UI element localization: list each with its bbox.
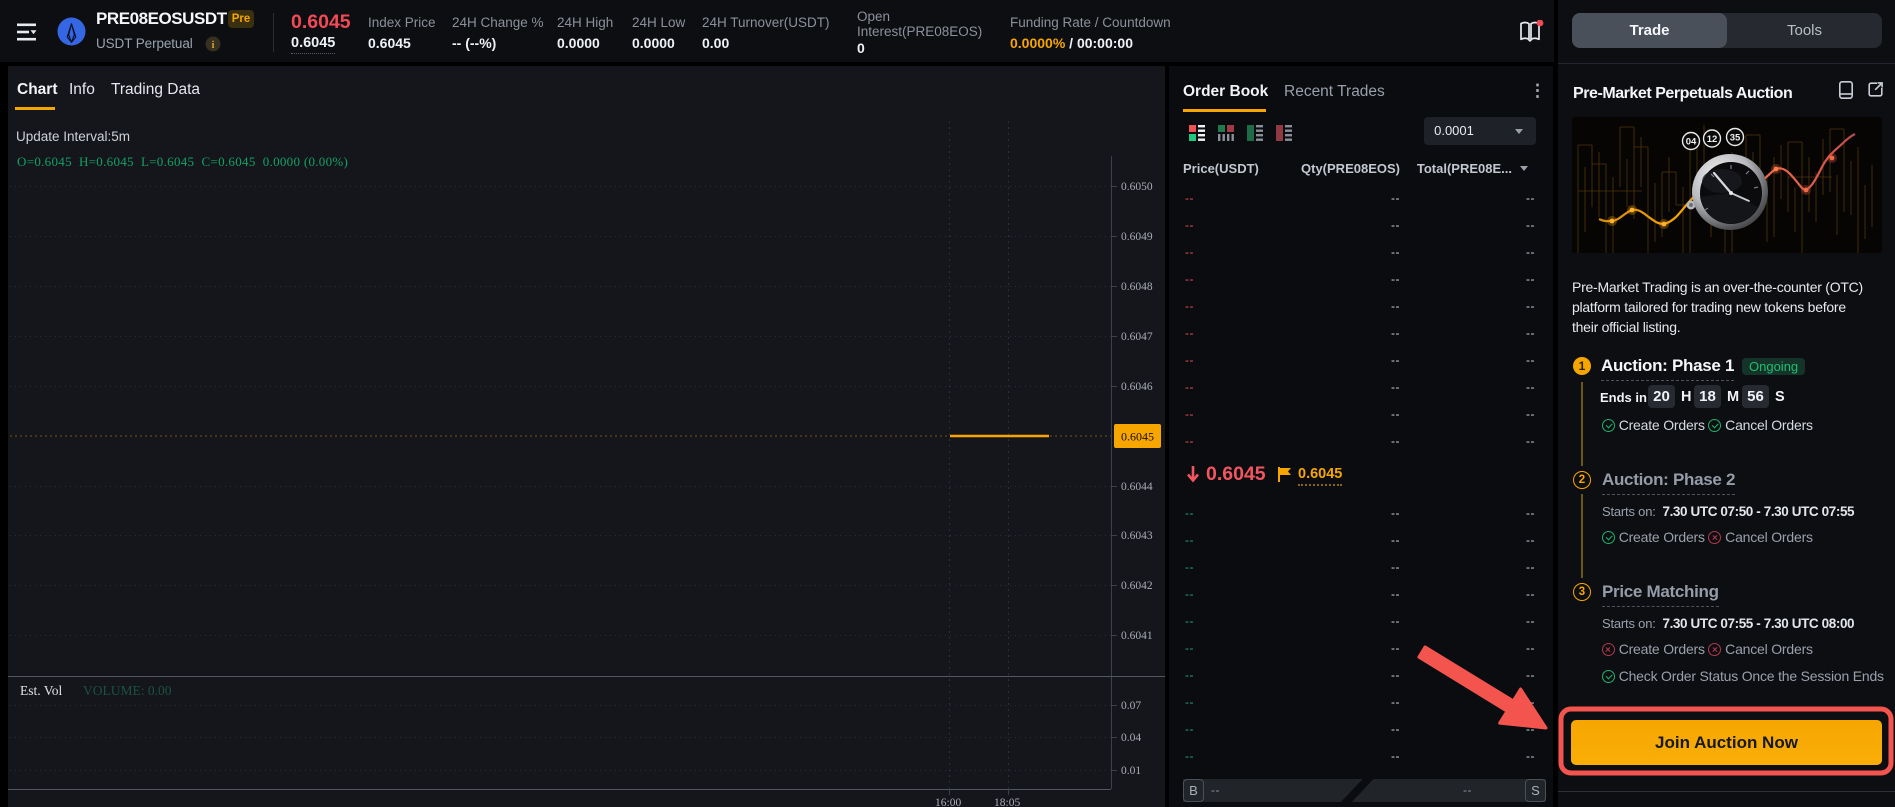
svg-text:0.01: 0.01	[1121, 765, 1141, 777]
svg-text:0.6042: 0.6042	[1121, 580, 1153, 592]
svg-text:0.6043: 0.6043	[1121, 530, 1153, 542]
svg-text:12: 12	[1707, 134, 1718, 145]
svg-text:VOLUME: 0.00: VOLUME: 0.00	[83, 683, 172, 698]
svg-text:O=0.6045 H=0.6045 L=0.6045: O=0.6045 H=0.6045 L=0.6045 C=0.6045 0.00…	[17, 154, 348, 169]
svg-text:0.6045: 0.6045	[1121, 430, 1154, 444]
svg-text:18:05: 18:05	[994, 797, 1020, 807]
svg-text:0.6050: 0.6050	[1121, 181, 1153, 193]
svg-text:Est. Vol: Est. Vol	[20, 683, 63, 698]
svg-text:0.6048: 0.6048	[1121, 281, 1153, 293]
svg-text:0.07: 0.07	[1121, 700, 1141, 712]
svg-text:35: 35	[1730, 133, 1741, 144]
svg-text:16:00: 16:00	[935, 797, 961, 807]
svg-text:0.6041: 0.6041	[1121, 630, 1153, 642]
svg-text:0.04: 0.04	[1121, 732, 1141, 744]
svg-text:0.6047: 0.6047	[1121, 331, 1153, 343]
svg-text:0.6049: 0.6049	[1121, 231, 1153, 243]
svg-text:i: i	[211, 39, 214, 51]
svg-text:04: 04	[1686, 137, 1697, 148]
svg-text:0.6046: 0.6046	[1121, 381, 1153, 393]
svg-text:0.6044: 0.6044	[1121, 481, 1153, 493]
